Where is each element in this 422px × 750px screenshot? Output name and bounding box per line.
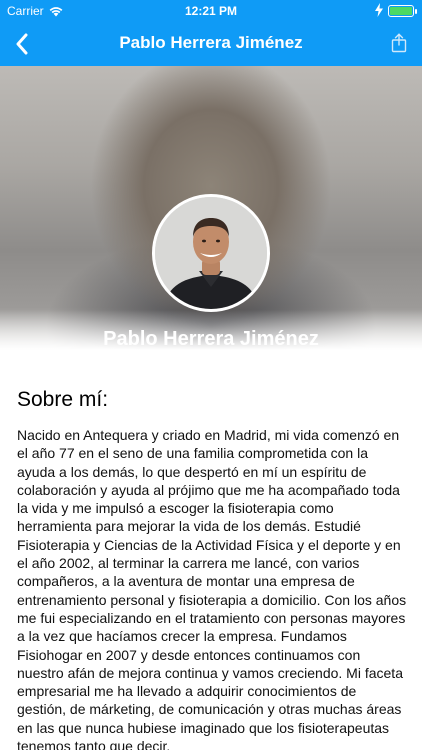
charging-icon — [375, 3, 383, 17]
status-bar: Carrier 12:21 PM — [0, 0, 422, 22]
profile-name: Pablo Herrera Jiménez — [103, 328, 319, 350]
profile-photo — [155, 197, 267, 309]
about-heading: Sobre mí: — [17, 388, 109, 411]
about-bio: Nacido en Antequera y criado en Madrid, … — [17, 427, 407, 750]
navigation-bar: Pablo Herrera Jiménez — [0, 22, 422, 66]
back-button[interactable] — [4, 26, 40, 62]
status-time: 12:21 PM — [184, 4, 238, 18]
share-icon — [391, 33, 407, 53]
top-bar: Carrier 12:21 PM Pablo Herrera Jiménez — [0, 0, 422, 66]
battery-icon — [388, 5, 417, 17]
profile-header: Pablo Herrera Jiménez Vicedecano — [0, 66, 422, 350]
avatar — [152, 194, 270, 312]
share-button[interactable] — [384, 28, 414, 58]
nav-title: Pablo Herrera Jiménez — [119, 33, 303, 52]
battery-level — [390, 7, 412, 15]
chevron-left-icon — [16, 33, 28, 55]
about-section: Sobre mí: Nacido en Antequera y criado e… — [17, 388, 409, 750]
